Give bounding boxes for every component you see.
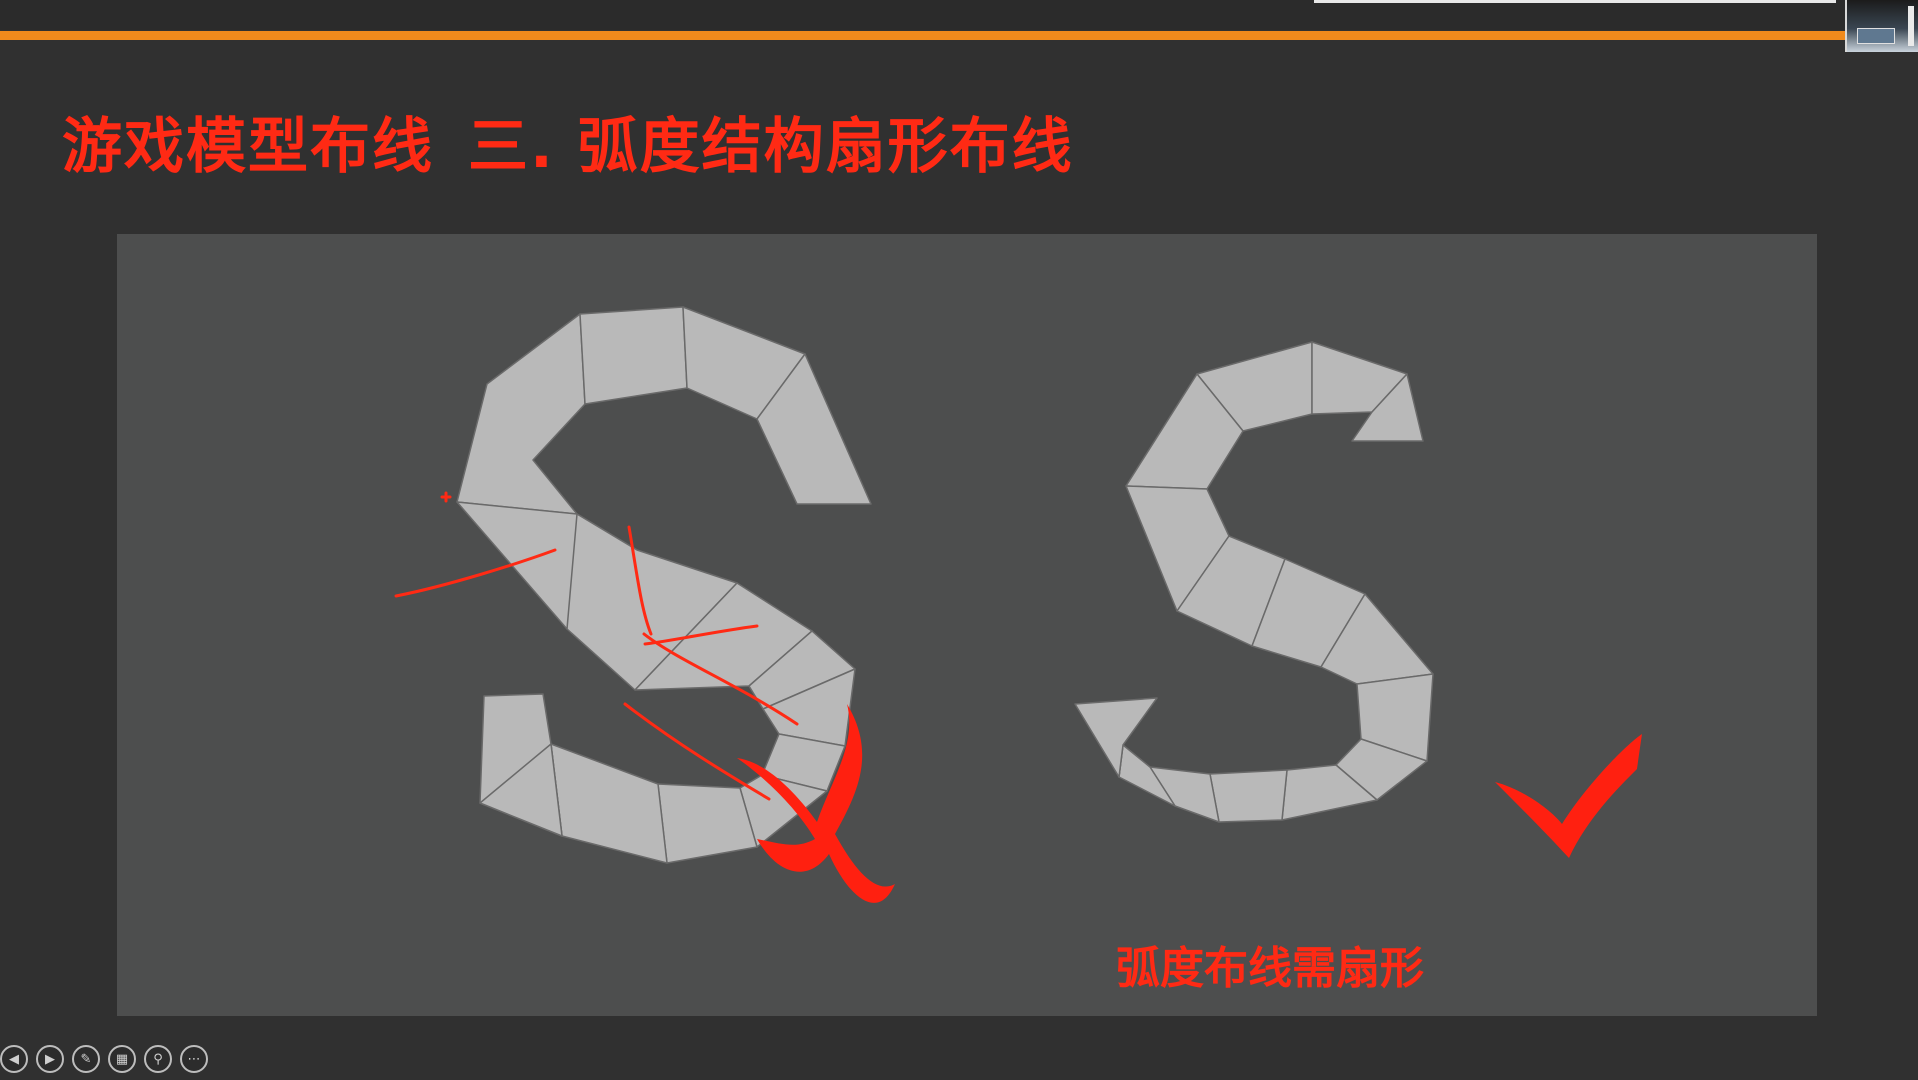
slide-canvas-panel [117,234,1817,1016]
check-mark-icon [1495,734,1642,858]
slide-title: 游戏模型布线 三. 弧度结构扇形布线 [62,98,1074,185]
fan-wiring-s [1074,341,1434,823]
more-options-button[interactable]: ⋯ [180,1045,208,1073]
window-top-band [0,0,1918,30]
slideshow-toolbar: ◀ ▶ ✎ ▦ ⚲ ⋯ [0,1045,208,1077]
webcam-window-shape [1908,6,1914,46]
slide-title-section: 三. 弧度结构扇形布线 [468,112,1074,182]
slide-title-main: 游戏模型布线 [62,112,434,182]
slide-overview-button[interactable]: ▦ [108,1045,136,1073]
next-slide-button[interactable]: ▶ [36,1045,64,1073]
mesh-illustration [394,306,1642,903]
fan-wiring-caption: 弧度布线需扇形 [1116,943,1424,994]
accent-bar [0,31,1918,40]
webcam-thumbnail [1845,0,1918,52]
wrong-wiring-s [456,306,872,864]
previous-slide-button[interactable]: ◀ [0,1045,28,1073]
zoom-button[interactable]: ⚲ [144,1045,172,1073]
pen-tool-button[interactable]: ✎ [72,1045,100,1073]
webcam-screen-shape [1857,28,1895,44]
presentation-screen: 游戏模型布线 三. 弧度结构扇形布线 弧度布线需扇形 ◀ ▶ ✎ ▦ ⚲ ⋯ [0,0,1918,1080]
top-divider-line [1314,0,1836,3]
